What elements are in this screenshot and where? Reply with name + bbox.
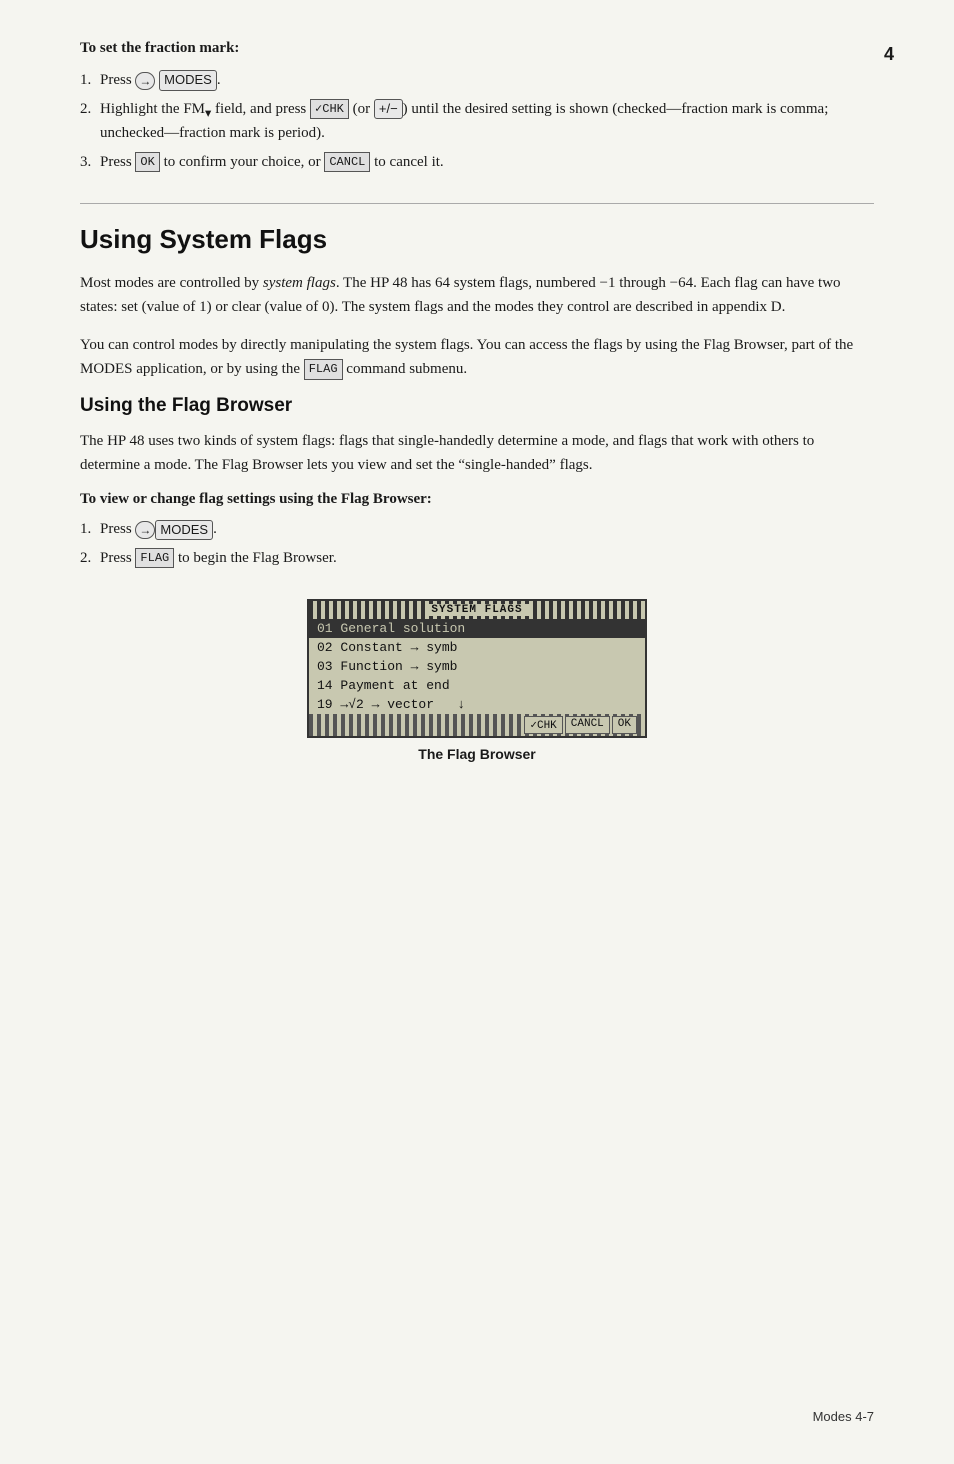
flag-step-1-num: 1.	[80, 518, 91, 541]
flag-browser-display-container: SYSTEM FLAGS 01 General solution 02 Cons…	[80, 599, 874, 762]
flag-browser-title: Using the Flag Browser	[80, 395, 874, 417]
flag-browser-section: Using the Flag Browser The HP 48 uses tw…	[80, 395, 874, 762]
fraction-mark-label: To set the fraction mark:	[80, 40, 874, 57]
lcd-content: 01 General solution 02 Constant → symb 0…	[309, 619, 645, 714]
flag-browser-steps-list: 1. Press →MODES. 2. Press FLAG to begin …	[80, 518, 874, 569]
lcd-softkey-ok: OK	[612, 716, 637, 734]
lcd-row-4: 19 →√2 → vector ↓	[309, 695, 645, 714]
fraction-steps-list: 1. Press → MODES. 2. Highlight the FM▾ f…	[80, 69, 874, 173]
vchk-key: ✓CHK	[310, 99, 349, 119]
step-2-text: Highlight the FM▾ field, and press ✓CHK …	[100, 101, 828, 142]
modes-key-2: MODES	[155, 520, 213, 540]
lcd-row-2: 03 Function → symb	[309, 657, 645, 676]
flag-step-2: 2. Press FLAG to begin the Flag Browser.	[80, 547, 874, 570]
display-caption: The Flag Browser	[418, 746, 535, 762]
step-1-period: .	[217, 72, 221, 88]
lcd-title-text: SYSTEM FLAGS	[425, 604, 528, 616]
step-1-num: 1.	[80, 69, 91, 92]
flag-key-2: FLAG	[135, 548, 174, 568]
step-3-num: 3.	[80, 151, 91, 174]
section-divider	[80, 203, 874, 204]
page: 4 To set the fraction mark: 1. Press → M…	[0, 0, 954, 1464]
arrow-key-2: →	[135, 521, 155, 539]
step-1-text-before: Press	[100, 72, 135, 88]
system-flags-para2: You can control modes by directly manipu…	[80, 333, 874, 381]
lcd-title-bar: SYSTEM FLAGS	[309, 601, 645, 619]
step-3: 3. Press OK to confirm your choice, or C…	[80, 151, 874, 174]
arrow-key-1: →	[135, 72, 155, 90]
lcd-softkey-cancl: CANCL	[565, 716, 610, 734]
flag-step-1: 1. Press →MODES.	[80, 518, 874, 541]
lcd-softkey-vchk: ✓CHK	[524, 716, 562, 734]
plusminus-key: +/−	[374, 99, 403, 119]
modes-key-1: MODES	[159, 70, 217, 90]
flag-step-2-num: 2.	[80, 547, 91, 570]
lcd-row-3: 14 Payment at end	[309, 676, 645, 695]
ok-key-1: OK	[135, 152, 159, 172]
flag-key-inline: FLAG	[304, 359, 343, 380]
step-2: 2. Highlight the FM▾ field, and press ✓C…	[80, 98, 874, 145]
flag-browser-to-label: To view or change flag settings using th…	[80, 491, 874, 508]
flag-step-1-text: Press →MODES.	[100, 521, 217, 537]
footer-text: Modes 4-7	[813, 1409, 874, 1424]
cancl-key-1: CANCL	[324, 152, 370, 172]
flag-step-2-text: Press FLAG to begin the Flag Browser.	[100, 550, 337, 566]
step-3-text: Press OK to confirm your choice, or CANC…	[100, 154, 444, 170]
system-flags-section: Using System Flags Most modes are contro…	[80, 224, 874, 762]
system-flags-title: Using System Flags	[80, 224, 874, 255]
system-flags-para1: Most modes are controlled by system flag…	[80, 271, 874, 319]
step-1: 1. Press → MODES.	[80, 69, 874, 92]
lcd-row-1: 02 Constant → symb	[309, 638, 645, 657]
lcd-row-0: 01 General solution	[309, 619, 645, 638]
lcd-screen: SYSTEM FLAGS 01 General solution 02 Cons…	[307, 599, 647, 738]
lcd-softkeys-bar: ✓CHK CANCL OK	[309, 714, 645, 736]
step-2-num: 2.	[80, 98, 91, 121]
page-number: 4	[884, 44, 894, 65]
flag-browser-para1: The HP 48 uses two kinds of system flags…	[80, 429, 874, 477]
fraction-mark-section: To set the fraction mark: 1. Press → MOD…	[80, 40, 874, 173]
